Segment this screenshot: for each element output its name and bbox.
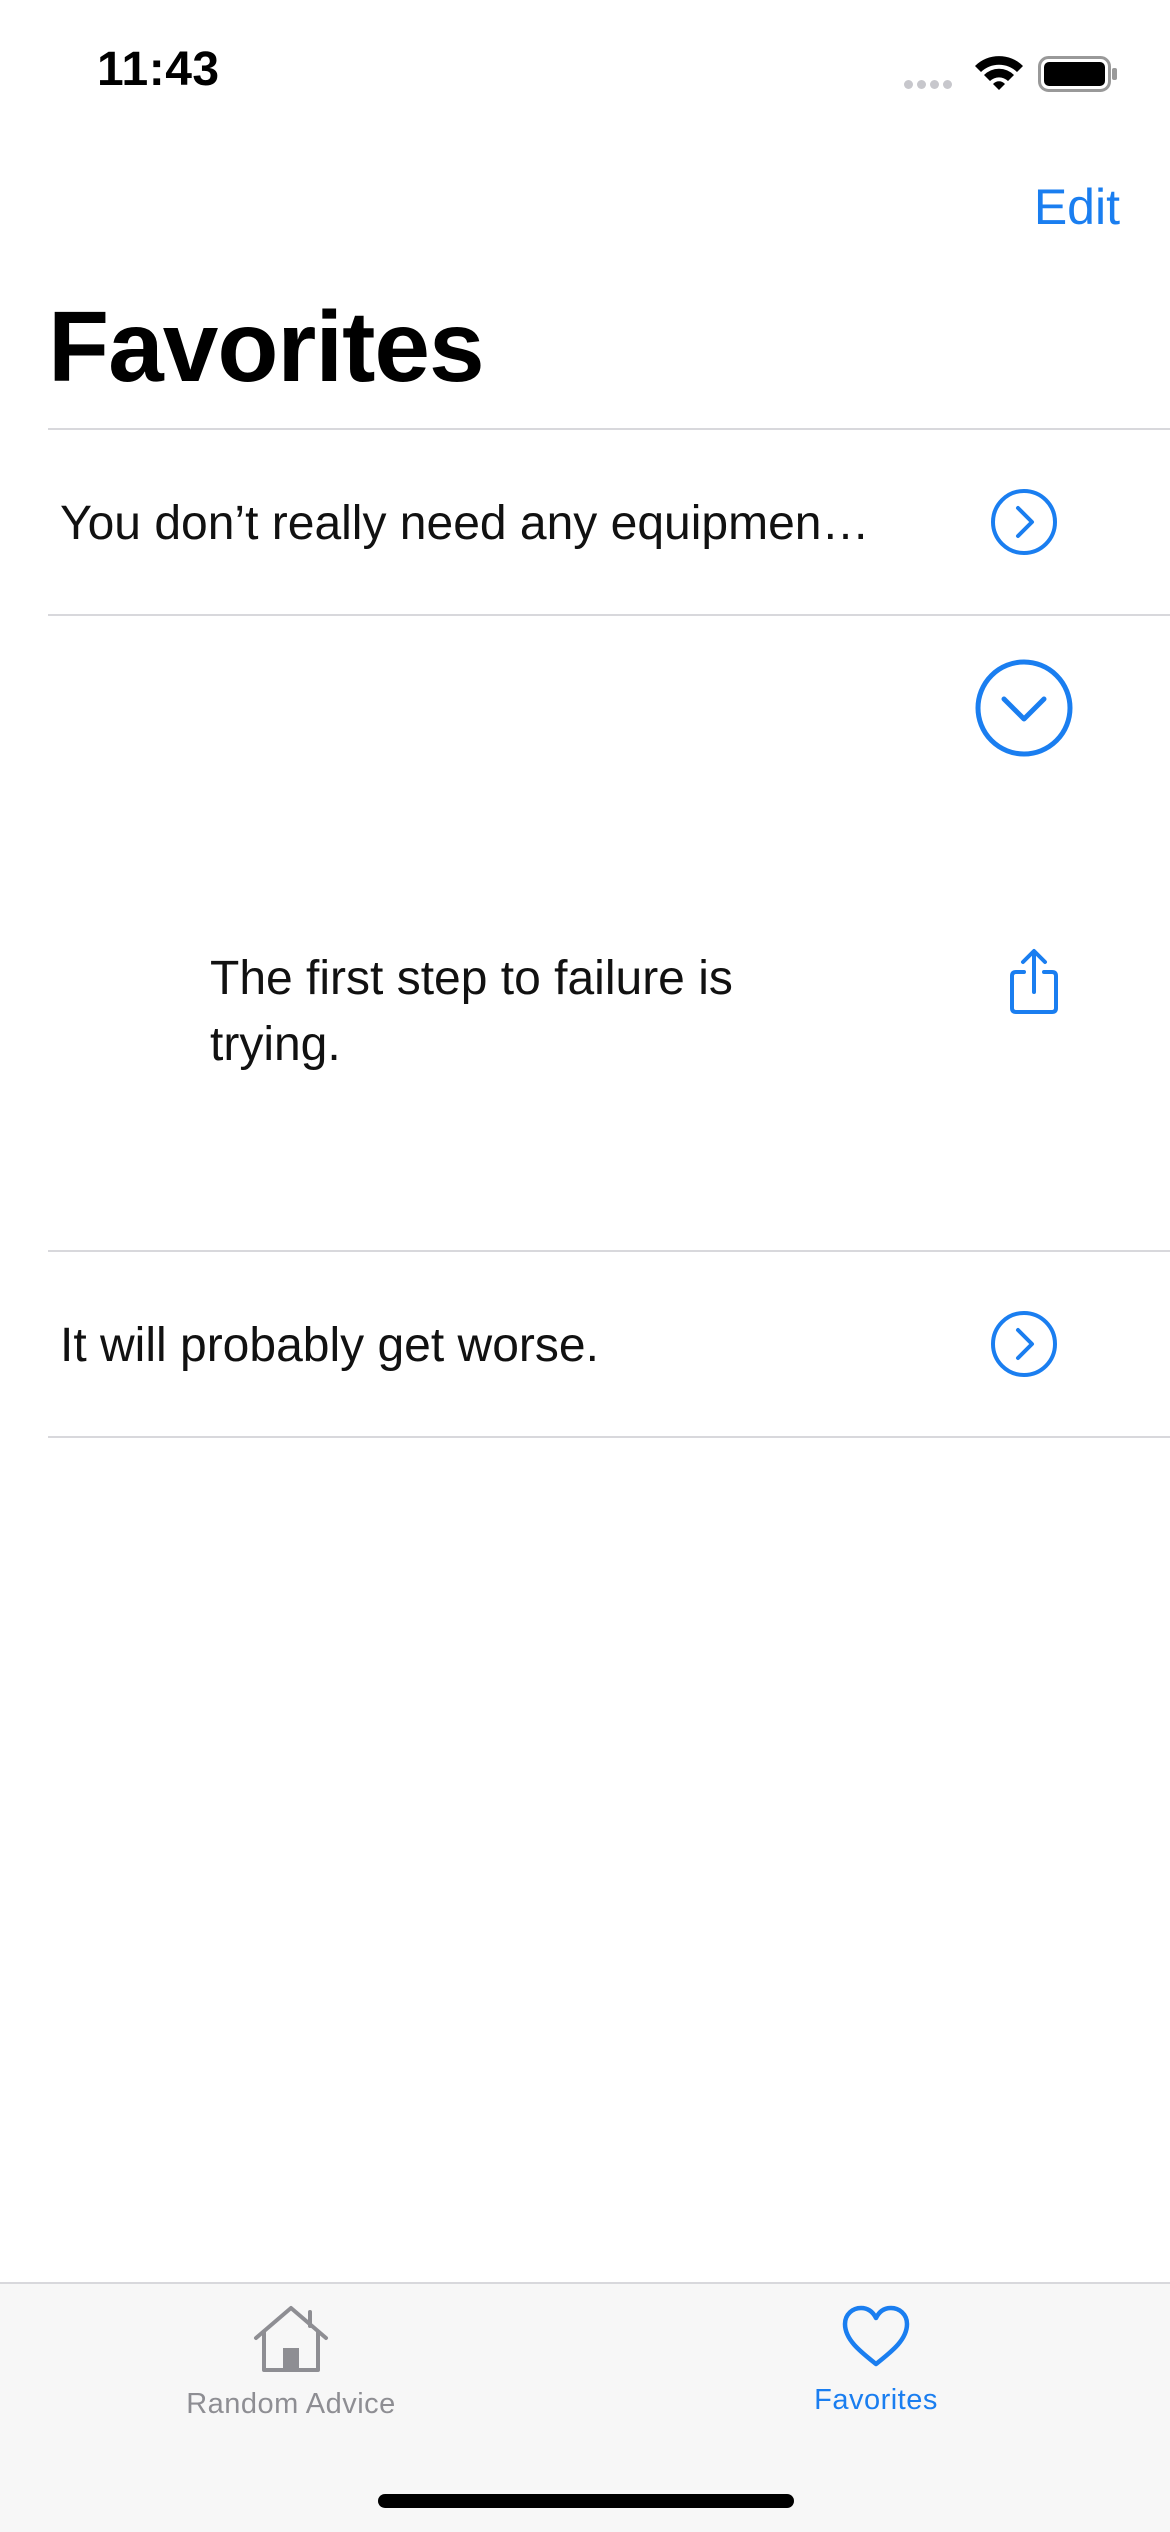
tab-label: Random Advice <box>186 2388 396 2420</box>
favorite-text-expanded: The first step to failure is trying. <box>210 952 733 1071</box>
wifi-icon <box>975 56 1023 90</box>
tab-favorites[interactable]: Favorites <box>726 2304 1026 2444</box>
tab-bar: Random Advice Favorites <box>0 2282 1170 2532</box>
home-indicator <box>378 2494 794 2508</box>
tab-random-advice[interactable]: Random Advice <box>141 2304 441 2444</box>
chevron-right-circle-icon[interactable] <box>990 488 1058 556</box>
chevron-down-circle-icon[interactable] <box>974 658 1074 758</box>
favorite-row[interactable]: You don’t really need any equipmen… <box>48 430 1170 614</box>
favorite-text: It will probably get worse. <box>60 1319 599 1372</box>
house-icon <box>254 2306 328 2372</box>
favorite-row-expanded[interactable]: The first step to failure is trying. <box>48 616 1170 1250</box>
divider <box>48 1436 1170 1438</box>
chevron-right-circle-icon[interactable] <box>990 1310 1058 1378</box>
status-time: 11:43 <box>97 43 220 96</box>
tab-label: Favorites <box>814 2384 938 2416</box>
battery-icon <box>1038 56 1117 92</box>
page-title: Favorites <box>48 291 485 403</box>
heart-icon <box>842 2305 910 2367</box>
favorites-list: You don’t really need any equipmen… The … <box>48 428 1170 1438</box>
favorite-row[interactable]: It will probably get worse. <box>48 1252 1170 1436</box>
share-icon[interactable] <box>1006 946 1062 1016</box>
status-bar: 11:43 <box>0 0 1170 150</box>
favorite-text: You don’t really need any equipmen… <box>60 497 870 550</box>
edit-button[interactable]: Edit <box>1034 178 1120 236</box>
cellular-signal-icon <box>904 80 952 89</box>
